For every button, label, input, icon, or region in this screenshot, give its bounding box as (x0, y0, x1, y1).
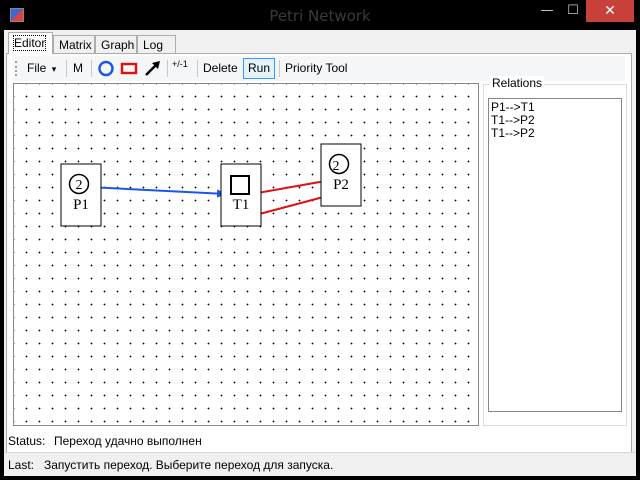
tab-graph-label: Graph (101, 38, 135, 52)
file-menu-button[interactable]: File ▾ (27, 58, 56, 79)
file-menu-label: File (27, 61, 47, 75)
tab-matrix[interactable]: Matrix (53, 35, 95, 53)
chevron-down-icon: ▾ (51, 64, 57, 74)
toolbar-separator (66, 60, 67, 77)
toolbar-grip[interactable] (15, 61, 18, 76)
tab-log[interactable]: Log (137, 35, 176, 53)
tab-graph[interactable]: Graph (95, 35, 137, 53)
place-token-count: 2 (76, 178, 83, 193)
priority-tool-button[interactable]: Priority Tool (285, 58, 347, 79)
place-token-count: 2 (333, 159, 340, 174)
arc-t1-p2[interactable] (251, 177, 332, 195)
counter-tool-button[interactable]: +/-1 (172, 59, 190, 80)
client-area: Editor Matrix Graph Log File ▾ M +/-1 De… (4, 30, 636, 476)
editor-canvas[interactable]: 2 P1 T1 2 P2 (13, 83, 479, 426)
close-button[interactable]: ✕ (586, 0, 634, 22)
rectangle-tool-icon[interactable] (120, 60, 138, 77)
maximize-button[interactable]: ☐ (560, 0, 586, 22)
status-label: Status: (8, 434, 46, 448)
app-window: Petri Network — ☐ ✕ Editor Matrix Graph … (0, 0, 640, 480)
last-label: Last: (8, 458, 35, 472)
relations-list[interactable]: P1-->T1 T1-->P2 T1-->P2 (488, 98, 622, 412)
place-p1[interactable]: 2 P1 (60, 163, 102, 227)
place-label: P1 (73, 197, 89, 213)
arc-p1-t1[interactable] (87, 186, 227, 198)
place-label: P2 (333, 177, 349, 193)
tab-strip: Editor Matrix Graph Log (4, 32, 636, 54)
editor-tab-page: File ▾ M +/-1 Delete Run Priority Tool 2… (6, 53, 632, 453)
counter-tool-label: +/-1 (172, 59, 188, 69)
tab-matrix-label: Matrix (59, 38, 92, 52)
toolbar-separator (279, 60, 280, 77)
toolbar-separator (167, 60, 168, 77)
delete-button[interactable]: Delete (203, 58, 238, 79)
transition-label: T1 (233, 197, 250, 213)
place-box (320, 143, 362, 207)
status-bar: Status: Переход удачно выполнен (4, 428, 636, 452)
tab-editor-label: Editor (12, 35, 47, 51)
relations-group: Relations P1-->T1 T1-->P2 T1-->P2 (483, 76, 627, 426)
arrow-tool-icon[interactable] (143, 60, 161, 77)
transition-t1[interactable]: T1 (220, 163, 262, 227)
marker-button[interactable]: M (73, 58, 83, 79)
toolbar-separator (197, 60, 198, 77)
run-button[interactable]: Run (243, 58, 276, 79)
last-action-bar: Last: Запустить переход. Выберите перехо… (4, 452, 636, 475)
petri-net-drawing: 2 P1 T1 2 P2 (60, 143, 362, 227)
minimize-button[interactable]: — (534, 0, 560, 22)
tab-editor[interactable]: Editor (8, 32, 53, 54)
place-p2[interactable]: 2 P2 (320, 143, 362, 207)
toolbar-separator (91, 60, 92, 77)
tab-log-label: Log (143, 38, 164, 52)
last-text: Запустить переход. Выберите переход для … (44, 458, 334, 472)
transition-square (230, 175, 250, 195)
list-item[interactable]: T1-->P2 (491, 127, 619, 140)
relations-title: Relations (490, 76, 545, 90)
status-text: Переход удачно выполнен (54, 434, 202, 448)
circle-tool-icon[interactable] (97, 60, 115, 77)
title-bar[interactable]: Petri Network — ☐ ✕ (0, 0, 640, 30)
place-box (60, 163, 102, 227)
